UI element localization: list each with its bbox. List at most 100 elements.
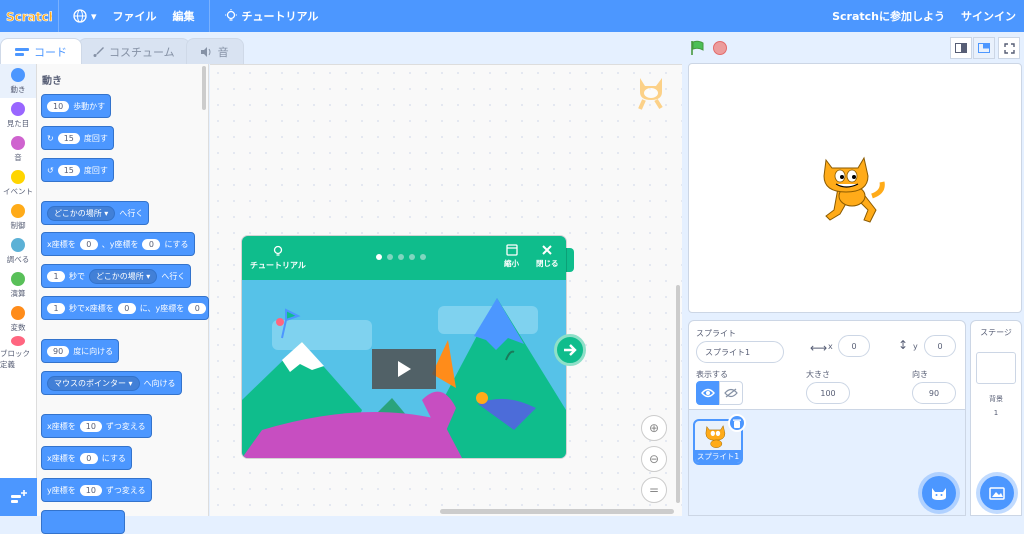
point-towards-block[interactable]: マウスのポインター ▾ へ向ける xyxy=(41,371,182,395)
category-motion[interactable]: 動き xyxy=(0,64,36,98)
menu-bar: Scratch ▾ ファイル 編集 チュートリアル Scratchに参加しよう … xyxy=(0,0,1024,32)
tab-sounds[interactable]: 音 xyxy=(185,38,244,64)
zoom-reset-button[interactable]: = xyxy=(641,477,667,503)
y-position-input[interactable]: 0 xyxy=(924,335,956,357)
glide-to-xy-block[interactable]: 1 秒でx座標を 0 に、y座標を 0 xyxy=(41,296,209,320)
tab-costumes[interactable]: コスチューム xyxy=(78,38,190,64)
choose-sprite-button[interactable] xyxy=(922,476,956,510)
join-scratch-link[interactable]: Scratchに参加しよう xyxy=(824,0,953,32)
edit-menu[interactable]: 編集 xyxy=(165,0,203,32)
add-extension-button[interactable] xyxy=(0,478,37,516)
dy-input[interactable]: 10 xyxy=(79,484,102,496)
step-dot[interactable] xyxy=(420,254,426,260)
small-stage-button[interactable] xyxy=(950,37,972,59)
globe-icon xyxy=(73,9,87,23)
y-input[interactable]: 0 xyxy=(188,302,207,314)
target-dropdown[interactable]: どこかの場所 ▾ xyxy=(89,268,158,284)
category-control[interactable]: 制御 xyxy=(0,200,36,234)
large-stage-button[interactable] xyxy=(973,37,995,59)
sign-in-link[interactable]: サインイン xyxy=(953,0,1024,32)
glide-to-block[interactable]: 1 秒で どこかの場所 ▾ へ行く xyxy=(41,264,192,288)
backdrops-count: 1 xyxy=(993,409,999,417)
category-label: 演算 xyxy=(10,288,26,298)
hide-sprite-button[interactable] xyxy=(719,381,743,405)
block-text: x座標を xyxy=(47,453,76,463)
category-sound[interactable]: 音 xyxy=(0,132,36,166)
cat-add-icon xyxy=(932,488,946,500)
tutorial-video[interactable] xyxy=(242,280,566,458)
direction-input[interactable]: 90 xyxy=(47,345,70,357)
y-input[interactable]: 0 xyxy=(142,238,161,250)
equals-icon: = xyxy=(648,483,660,497)
seconds-input[interactable]: 1 xyxy=(47,302,65,314)
next-block-partial[interactable] xyxy=(41,510,125,534)
go-to-xy-block[interactable]: x座標を 0 、y座標を 0 にする xyxy=(41,232,195,256)
palette-scrollbar[interactable] xyxy=(202,66,206,110)
zoom-out-button[interactable]: ⊖ xyxy=(641,446,667,472)
show-visible-button[interactable] xyxy=(696,381,720,405)
tab-code[interactable]: コード xyxy=(0,38,82,64)
shrink-button[interactable]: 縮小 xyxy=(504,244,519,269)
stage-title: ステージ xyxy=(980,328,1012,337)
choose-backdrop-button[interactable] xyxy=(980,476,1014,510)
tutorial-card-header: チュートリアル 縮小 閉じる xyxy=(242,236,566,280)
step-dot[interactable] xyxy=(376,254,382,260)
change-x-block[interactable]: x座標を 10 ずつ変える xyxy=(41,414,152,438)
x-input[interactable]: 0 xyxy=(79,452,98,464)
step-dot[interactable] xyxy=(387,254,393,260)
point-direction-block[interactable]: 90 度に向ける xyxy=(41,339,120,363)
file-menu[interactable]: ファイル xyxy=(105,0,165,32)
workspace-vertical-scrollbar[interactable] xyxy=(676,285,680,503)
x-input[interactable]: 0 xyxy=(79,238,98,250)
close-button[interactable]: 閉じる xyxy=(536,244,559,269)
stop-button[interactable] xyxy=(713,41,727,55)
tutorial-menu-button[interactable]: チュートリアル xyxy=(250,244,306,271)
go-to-block[interactable]: どこかの場所 ▾ へ行く xyxy=(41,201,150,225)
play-video-button[interactable] xyxy=(372,349,436,389)
looks-dot-icon xyxy=(11,101,25,116)
shrink-label: 縮小 xyxy=(504,259,519,268)
category-variables[interactable]: 変数 xyxy=(0,302,36,336)
change-y-block[interactable]: y座標を 10 ずつ変える xyxy=(41,478,152,502)
step-dot[interactable] xyxy=(398,254,404,260)
tutorials-menu[interactable]: チュートリアル xyxy=(216,0,327,32)
next-step-button[interactable] xyxy=(554,334,586,366)
direction-input[interactable]: 90 xyxy=(912,382,956,404)
eye-slash-icon xyxy=(724,388,738,398)
steps-input[interactable]: 10 xyxy=(47,100,70,112)
scratch-logo[interactable]: Scratch xyxy=(4,5,52,27)
stage-thumbnail[interactable] xyxy=(976,352,1016,384)
turn-right-block[interactable]: ↻ 15 度回す xyxy=(41,126,114,150)
x-input[interactable]: 0 xyxy=(117,302,136,314)
step-dot[interactable] xyxy=(409,254,415,260)
category-operators[interactable]: 演算 xyxy=(0,268,36,302)
target-dropdown[interactable]: マウスのポインター ▾ xyxy=(47,375,140,391)
block-text: へ行く xyxy=(119,208,144,218)
move-steps-block[interactable]: 10 歩動かす xyxy=(41,94,112,118)
cat-sprite-image[interactable] xyxy=(818,152,886,226)
language-menu[interactable]: ▾ xyxy=(65,0,105,32)
set-x-block[interactable]: x座標を 0 にする xyxy=(41,446,132,470)
degrees-input[interactable]: 15 xyxy=(57,132,80,144)
size-label: 大きさ xyxy=(806,370,830,379)
category-sensing[interactable]: 調べる xyxy=(0,234,36,268)
sprite-name-input[interactable]: スプライト1 xyxy=(696,341,784,363)
tutorial-title: チュートリアル xyxy=(250,261,306,270)
workspace-horizontal-scrollbar[interactable] xyxy=(440,509,674,514)
category-events[interactable]: イベント xyxy=(0,166,36,200)
x-position-input[interactable]: 0 xyxy=(838,335,870,357)
delete-sprite-button[interactable] xyxy=(728,414,746,432)
seconds-input[interactable]: 1 xyxy=(47,270,65,282)
rotate-left-icon: ↺ xyxy=(47,165,54,175)
block-text: ずつ変える xyxy=(105,421,146,431)
category-looks[interactable]: 見た目 xyxy=(0,98,36,132)
dx-input[interactable]: 10 xyxy=(79,420,102,432)
green-flag-icon[interactable] xyxy=(690,40,706,56)
target-dropdown[interactable]: どこかの場所 ▾ xyxy=(47,205,116,221)
zoom-in-button[interactable]: ⊕ xyxy=(641,415,667,441)
category-my-blocks[interactable]: ブロック定義 xyxy=(0,336,36,370)
fullscreen-button[interactable] xyxy=(998,37,1020,59)
degrees-input[interactable]: 15 xyxy=(57,164,80,176)
size-input[interactable]: 100 xyxy=(806,382,850,404)
turn-left-block[interactable]: ↺ 15 度回す xyxy=(41,158,114,182)
